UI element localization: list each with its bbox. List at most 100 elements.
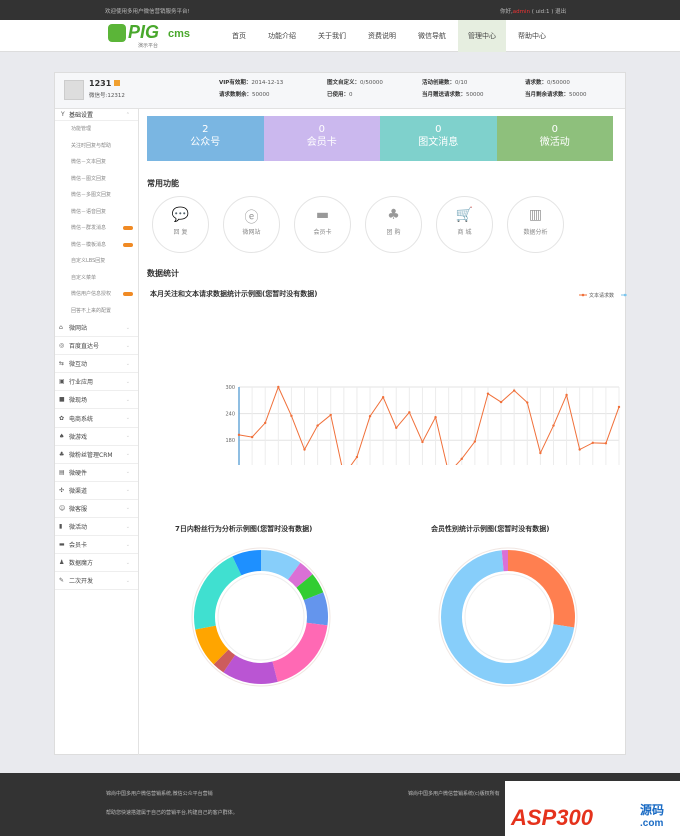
- logout-link[interactable]: 退出: [555, 9, 566, 15]
- sidebar-subitem[interactable]: 回答不上来的配置: [55, 303, 138, 320]
- nav-pricing[interactable]: 资费说明: [358, 20, 406, 52]
- sidebar-group-basic-settings[interactable]: Y 基础设置 ⌃: [55, 109, 138, 121]
- sidebar-subitem[interactable]: 微信－文本回复: [55, 154, 138, 171]
- common-functions: 💬 回 复 ⓔ 微网站 ▬ 会员卡 ♣ 团 购 🛒 商 城 ▥ 数据分析: [152, 196, 578, 253]
- sidebar-item[interactable]: ♣ 微粉丝管理CRM ⌄: [55, 446, 138, 464]
- sidebar-subitem-label: 关注时回复与帮助: [71, 142, 112, 149]
- sidebar-item[interactable]: ✣ 微渠道 ⌄: [55, 482, 138, 500]
- welcome-text: 欢迎使用多用户微信营销服务平台!: [105, 9, 190, 15]
- sidebar-item-label: 微硬件: [69, 469, 88, 477]
- sidebar-item[interactable]: ▤ 微硬件 ⌄: [55, 464, 138, 482]
- nav-admin[interactable]: 管理中心: [458, 20, 506, 52]
- function-button[interactable]: ▬ 会员卡: [294, 196, 351, 253]
- sidebar-item-label: 数据魔方: [69, 560, 94, 568]
- legend-dot: [581, 293, 585, 297]
- sidebar-item-icon: ▮: [59, 523, 63, 531]
- sidebar-item[interactable]: ▣ 行业应用 ⌄: [55, 373, 138, 392]
- data-point: [368, 415, 372, 418]
- stat-value: 0/10: [455, 80, 468, 86]
- data-point: [552, 424, 555, 427]
- sidebar: Y 基础设置 ⌃ 功能管理 关注时回复与帮助 微信－文本回复 微信－图文回复 微信－多图文回…: [55, 109, 139, 755]
- y-tick-label: 240: [225, 412, 235, 418]
- function-button[interactable]: ♣ 团 购: [365, 196, 422, 253]
- fan-behavior-chart-title: 7日内粉丝行为分析示例图(您暂时没有数据): [175, 525, 313, 533]
- sidebar-item[interactable]: ⌂ 微网站 ⌄: [55, 319, 138, 338]
- sidebar-item[interactable]: ▮ 微活动 ⌄: [55, 518, 138, 537]
- summary-box[interactable]: 0 图文消息: [380, 116, 497, 161]
- sidebar-subitem[interactable]: 微信－语音回复: [55, 204, 138, 221]
- sidebar-item[interactable]: ✿ 电商系统 ⌄: [55, 409, 138, 428]
- series-line: [238, 385, 620, 465]
- stat-label: 已使用：: [327, 92, 350, 98]
- sidebar-item-label: 微客服: [69, 505, 88, 513]
- sidebar-item[interactable]: ♟ 数据魔方 ⌄: [55, 554, 138, 573]
- new-badge: [123, 292, 133, 296]
- stat-label: VIP有效期：: [219, 80, 252, 86]
- function-button[interactable]: 🛒 商 城: [436, 196, 493, 253]
- summary-box[interactable]: 0 微活动: [496, 116, 613, 161]
- sidebar-subitem-label: 自定义LBS回复: [71, 258, 106, 264]
- stat-label: 当月赠送请求数：: [422, 92, 467, 98]
- nav-features[interactable]: 功能介绍: [258, 20, 306, 52]
- sidebar-subitem[interactable]: 功能管理: [55, 121, 138, 138]
- function-button[interactable]: ⓔ 微网站: [223, 196, 280, 253]
- chevron-down-icon: ⌄: [125, 360, 130, 367]
- data-point: [421, 440, 424, 444]
- sidebar-item[interactable]: ♠ 微游戏 ⌄: [55, 428, 138, 446]
- function-button[interactable]: 💬 回 复: [152, 196, 209, 253]
- sidebar-subitem-label: 微信－语音回复: [71, 208, 107, 215]
- sidebar-item-icon: ⌂: [59, 324, 63, 332]
- sidebar-subitem[interactable]: 微信－图文回复: [55, 171, 138, 188]
- footer-copyright: 锦尚中国多用户微信营销系统(c)版权所有: [408, 791, 500, 797]
- summary-label: 图文消息: [418, 137, 459, 148]
- data-point: [355, 455, 359, 459]
- sidebar-item[interactable]: ☺ 微客服 ⌄: [55, 500, 138, 519]
- username-link[interactable]: admin: [513, 9, 530, 15]
- nav-home[interactable]: 首页: [222, 20, 256, 52]
- nav-help[interactable]: 帮助中心: [508, 20, 556, 52]
- profile-stat: 当月剩余请求数：50000: [525, 90, 587, 100]
- uid-text: ( uid:1 ): [531, 9, 554, 15]
- sidebar-item-label: 电商系统: [69, 415, 94, 423]
- stat-value: 0/50000: [360, 80, 383, 86]
- sidebar-item-label: 会员卡: [69, 542, 88, 550]
- hello-text: 你好,: [500, 9, 513, 15]
- sidebar-subitem[interactable]: 微信－多图文回复: [55, 187, 138, 204]
- sidebar-item[interactable]: ▬ 会员卡 ⌄: [55, 536, 138, 555]
- sidebar-subitem[interactable]: 微信用户信息授权: [55, 286, 138, 303]
- stat-value: 2014-12-13: [251, 80, 284, 86]
- sidebar-subitem[interactable]: 微信－群发消息: [55, 220, 138, 237]
- data-point: [526, 401, 529, 404]
- data-point: [264, 421, 267, 425]
- sidebar-subitem[interactable]: 自定义LBS回复: [55, 253, 138, 270]
- data-point: [565, 393, 568, 397]
- sidebar-group-label: 基础设置: [69, 112, 94, 119]
- data-point: [591, 441, 594, 445]
- data-point: [408, 411, 411, 414]
- sidebar-subitem[interactable]: 关注时回复与帮助: [55, 138, 138, 155]
- chevron-down-icon: ⌄: [125, 559, 130, 566]
- sidebar-item[interactable]: ✎ 二次开发 ⌄: [55, 572, 138, 591]
- summary-label: 微活动: [539, 137, 570, 148]
- function-button[interactable]: ▥ 数据分析: [507, 196, 564, 253]
- sidebar-item[interactable]: ■ 微现场 ⌄: [55, 391, 138, 410]
- sidebar-item-label: 微游戏: [69, 433, 88, 441]
- summary-count: 2: [202, 124, 209, 135]
- sidebar-subitem-label: 功能管理: [71, 126, 92, 132]
- summary-box[interactable]: 0 会员卡: [263, 116, 380, 161]
- function-label: 数据分析: [523, 229, 548, 236]
- sidebar-item[interactable]: ◎ 百度直达号 ⌄: [55, 337, 138, 356]
- nav-about[interactable]: 关于我们: [308, 20, 356, 52]
- summary-box[interactable]: 2 公众号: [147, 116, 264, 161]
- edit-icon[interactable]: [114, 80, 121, 86]
- sidebar-subitem[interactable]: 微信－模板消息: [55, 237, 138, 254]
- nav-wechat-guide[interactable]: 微信导航: [408, 20, 456, 52]
- function-label: 团 购: [386, 229, 401, 236]
- logo[interactable]: PIG cms 演示平台: [108, 22, 198, 49]
- sidebar-item[interactable]: ⇆ 微互动 ⌄: [55, 355, 138, 374]
- profile-stat: 请求数：0/50000: [525, 78, 570, 88]
- sidebar-item-icon: ▤: [59, 468, 65, 476]
- sidebar-subitem[interactable]: 自定义菜单: [55, 270, 138, 287]
- sidebar-item-label: 微网站: [69, 325, 88, 333]
- settings-icon: Y: [61, 111, 65, 118]
